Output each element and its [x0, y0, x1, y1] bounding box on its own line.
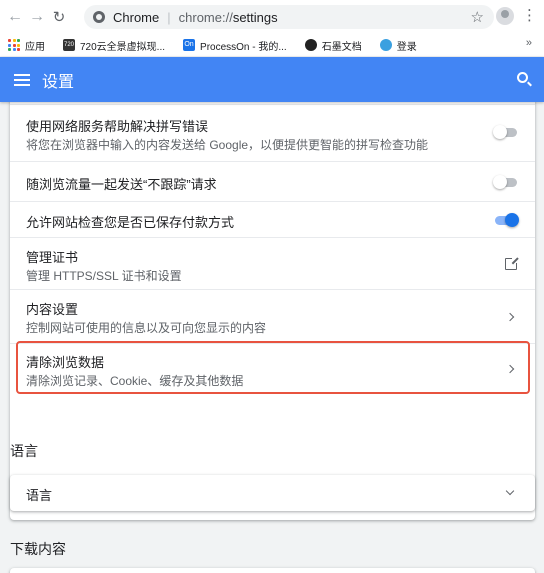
- highlight-box: [16, 341, 530, 394]
- bookmark-label: 登录: [396, 41, 417, 53]
- url-text: chrome://settings: [179, 10, 278, 25]
- setting-row-spellcheck[interactable]: 使用网络服务帮助解决拼写错误 将您在浏览器中输入的内容发送给 Google，以便…: [10, 104, 535, 161]
- url-prefix: chrome://: [178, 9, 233, 25]
- chrome-site-icon: [93, 11, 105, 23]
- setting-description: 将您在浏览器中输入的内容发送给 Google，以便提供更智能的拼写检查功能: [26, 138, 429, 152]
- address-bar[interactable]: Chrome | chrome://settings ☆: [84, 5, 494, 29]
- apps-grid-icon: [8, 39, 20, 51]
- setting-label: 随浏览流量一起发送“不跟踪”请求: [26, 177, 217, 192]
- setting-description: 管理 HTTPS/SSL 证书和设置: [26, 269, 182, 283]
- bookmarks-overflow-icon[interactable]: »: [526, 37, 532, 49]
- setting-label: 使用网络服务帮助解决拼写错误: [26, 119, 209, 134]
- bookmark-label: ProcessOn - 我的...: [200, 41, 287, 53]
- spellcheck-toggle[interactable]: [493, 125, 517, 139]
- bookmark-label: 720云全景虚拟现...: [80, 41, 166, 53]
- payment-methods-toggle[interactable]: [493, 213, 519, 227]
- privacy-settings-card: 使用网络服务帮助解决拼写错误 将您在浏览器中输入的内容发送给 Google，以便…: [10, 102, 535, 520]
- login-site-icon: [379, 39, 392, 51]
- bookmark-apps[interactable]: 应用: [0, 38, 45, 53]
- settings-header: 设置: [0, 57, 544, 102]
- bookmark-login[interactable]: 登录: [379, 38, 417, 53]
- more-menu-icon[interactable]: ⋮: [522, 7, 537, 25]
- language-section-title: 语言: [10, 443, 38, 459]
- setting-row-do-not-track[interactable]: 随浏览流量一起发送“不跟踪”请求: [10, 161, 535, 201]
- reload-icon[interactable]: ↻: [48, 6, 70, 28]
- browser-toolbar: ← → ↻ Chrome | chrome://settings ☆ ⋮: [0, 0, 544, 34]
- bookmark-label: 石墨文档: [321, 41, 362, 53]
- bookmark-label: 应用: [25, 41, 45, 53]
- page-title: 设置: [42, 73, 75, 91]
- bookmarks-bar: 应用 720 720云全景虚拟现... On ProcessOn - 我的...…: [0, 34, 544, 56]
- setting-label: 内容设置: [26, 302, 79, 317]
- settings-content: 使用网络服务帮助解决拼写错误 将您在浏览器中输入的内容发送给 Google，以便…: [0, 102, 544, 573]
- url-page: settings: [232, 9, 278, 25]
- setting-row-manage-certificates[interactable]: 管理证书 管理 HTTPS/SSL 证书和设置: [10, 237, 535, 289]
- downloads-card: [10, 568, 535, 573]
- external-link-icon[interactable]: [505, 256, 519, 270]
- setting-label: 允许网站检查您是否已保存付款方式: [26, 215, 235, 230]
- bookmark-shimo[interactable]: 石墨文档: [304, 38, 362, 53]
- bookmark-star-icon[interactable]: ☆: [471, 8, 484, 26]
- shimo-icon: [304, 39, 317, 51]
- processon-icon: On: [183, 39, 196, 51]
- language-card[interactable]: 语言: [10, 475, 535, 511]
- do-not-track-toggle[interactable]: [493, 175, 517, 189]
- setting-label: 管理证书: [26, 250, 79, 265]
- url-site-name: Chrome: [113, 9, 160, 25]
- setting-row-content-settings[interactable]: 内容设置 控制网站可使用的信息以及可向您显示的内容: [10, 289, 535, 343]
- 720yun-icon: 720: [63, 39, 75, 51]
- bookmark-720yun[interactable]: 720 720云全景虚拟现...: [63, 38, 165, 53]
- downloads-section-title: 下载内容: [10, 541, 66, 557]
- forward-arrow-icon[interactable]: →: [26, 6, 48, 28]
- hamburger-menu-icon[interactable]: [14, 73, 30, 86]
- search-icon[interactable]: [517, 72, 528, 83]
- bookmark-processon[interactable]: On ProcessOn - 我的...: [183, 38, 287, 53]
- setting-description: 控制网站可使用的信息以及可向您显示的内容: [26, 321, 267, 335]
- profile-avatar-icon[interactable]: [496, 7, 514, 25]
- back-arrow-icon[interactable]: ←: [4, 6, 26, 28]
- setting-row-payment-methods[interactable]: 允许网站检查您是否已保存付款方式: [10, 201, 535, 237]
- chevron-right-icon: [505, 312, 515, 322]
- chevron-down-icon[interactable]: [505, 486, 515, 496]
- url-separator: |: [167, 9, 171, 25]
- language-item-label: 语言: [26, 488, 53, 503]
